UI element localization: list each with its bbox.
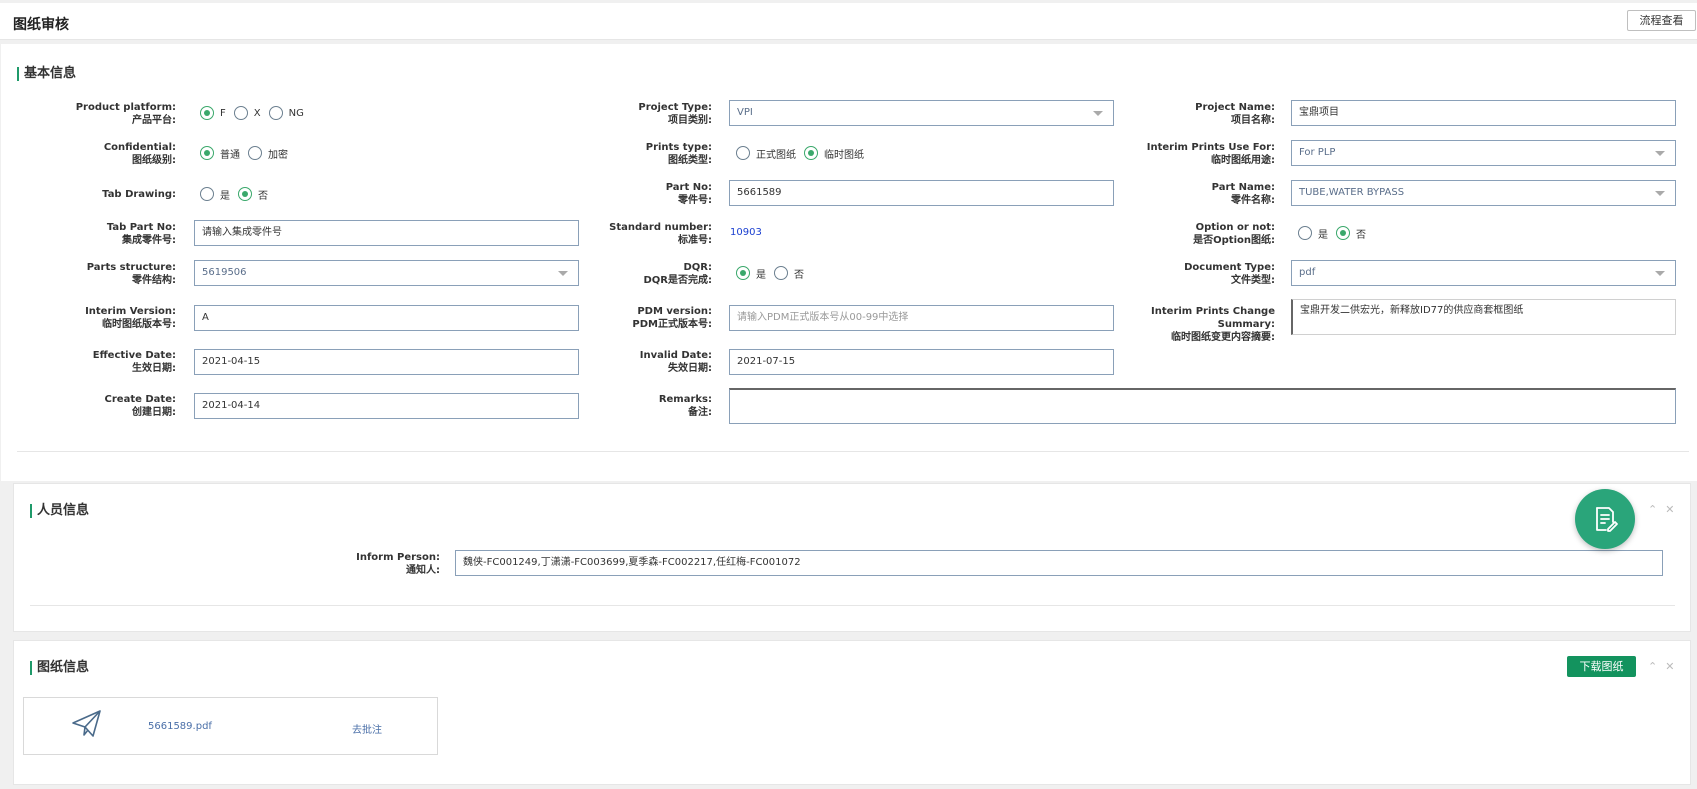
product-platform-radio-group: F X NG	[200, 105, 312, 121]
part-no-input[interactable]: 5661589	[729, 180, 1114, 206]
radio-dot	[248, 146, 262, 160]
document-type-select[interactable]: pdf	[1291, 260, 1676, 286]
change-summary-textarea[interactable]: 宝鼎开发二供宏光，新释放ID77的供应商套框图纸	[1291, 299, 1676, 335]
confidential-label: Confidential: 图纸级别:	[103, 142, 176, 166]
dqr-radio-group: 是 否	[736, 265, 812, 281]
drawings-controls: ⌃ ✕	[1640, 660, 1674, 673]
radio-option-no[interactable]: 否	[1336, 226, 1366, 241]
pdm-version-input[interactable]: 请输入PDM正式版本号从00-99中选择	[729, 305, 1114, 331]
personnel-controls: ⌃ ✕	[1640, 503, 1674, 516]
tab-part-no-label: Tab Part No: 集成零件号:	[106, 222, 176, 246]
radio-dot	[268, 106, 283, 120]
radio-dot	[736, 266, 750, 280]
prints-type-radio-group: 正式图纸 临时图纸	[736, 145, 872, 161]
interim-use-label: Interim Prints Use For: 临时图纸用途:	[1146, 142, 1275, 166]
interim-version-label: Interim Version: 临时图纸版本号:	[85, 306, 176, 330]
inform-person-label: Inform Person: 通知人:	[356, 552, 440, 576]
radio-dot	[804, 146, 818, 160]
edit-document-icon	[1596, 507, 1618, 532]
radio-tab-drawing-yes[interactable]: 是	[200, 187, 230, 202]
radio-prints-interim[interactable]: 临时图纸	[804, 146, 864, 161]
paper-plane-icon	[72, 710, 101, 737]
remarks-textarea[interactable]	[729, 388, 1676, 424]
radio-dot	[1336, 226, 1350, 240]
invalid-date-input[interactable]: 2021-07-15	[729, 349, 1114, 375]
dqr-label: DQR: DQR是否完成:	[643, 262, 712, 286]
download-drawings-button[interactable]: 下载图纸	[1567, 656, 1636, 677]
project-type-select[interactable]: VPI	[729, 100, 1114, 126]
personnel-title: 人员信息	[30, 504, 89, 518]
effective-date-input[interactable]: 2021-04-15	[194, 349, 579, 375]
radio-platform-f[interactable]: F	[200, 106, 226, 120]
radio-dot	[1298, 226, 1312, 240]
radio-dot	[233, 106, 248, 120]
project-name-input[interactable]: 宝鼎项目	[1291, 100, 1676, 126]
document-type-label: Document Type: 文件类型:	[1184, 262, 1275, 286]
chevron-up-icon[interactable]: ⌃	[1648, 660, 1657, 673]
change-summary-label: Interim Prints Change Summary: 临时图纸变更内容摘要…	[1151, 306, 1275, 343]
radio-prints-formal[interactable]: 正式图纸	[736, 146, 796, 161]
radio-option-yes[interactable]: 是	[1298, 226, 1328, 241]
basic-info-title: 基本信息	[17, 67, 76, 81]
radio-confidential-normal[interactable]: 普通	[200, 146, 240, 161]
standard-number-value: 10903	[730, 227, 762, 238]
parts-structure-select[interactable]: 5619506	[194, 260, 579, 286]
chevron-up-icon[interactable]: ⌃	[1648, 503, 1657, 516]
radio-platform-x[interactable]: X	[233, 106, 261, 120]
radio-dot	[200, 146, 214, 160]
radio-dot	[200, 187, 214, 201]
drawings-title: 图纸信息	[30, 661, 89, 675]
top-bar: 图纸审核 流程查看	[0, 3, 1697, 40]
close-icon[interactable]: ✕	[1665, 503, 1674, 516]
file-name-link[interactable]: 5661589.pdf	[148, 721, 212, 732]
invalid-date-label: Invalid Date: 失效日期:	[639, 350, 712, 374]
radio-dot	[774, 266, 788, 280]
create-date-input[interactable]: 2021-04-14	[194, 393, 579, 419]
option-or-not-radio-group: 是 否	[1298, 225, 1374, 241]
interim-use-select[interactable]: For PLP	[1291, 140, 1676, 166]
product-platform-label: Product platform: 产品平台:	[75, 102, 176, 126]
radio-dqr-no[interactable]: 否	[774, 266, 804, 281]
flow-view-button[interactable]: 流程查看	[1627, 10, 1696, 31]
radio-dot	[200, 106, 214, 120]
create-date-label: Create Date: 创建日期:	[104, 394, 176, 418]
project-type-label: Project Type: 项目类别:	[638, 102, 712, 126]
confidential-radio-group: 普通 加密	[200, 145, 296, 161]
file-card: 5661589.pdf 去批注	[23, 697, 438, 755]
radio-confidential-encrypted[interactable]: 加密	[248, 146, 288, 161]
pdm-version-label: PDM version: PDM正式版本号:	[632, 306, 712, 330]
part-name-label: Part Name: 零件名称:	[1211, 182, 1275, 206]
standard-number-label: Standard number: 标准号:	[609, 222, 712, 246]
annotate-link[interactable]: 去批注	[352, 721, 382, 736]
page-title: 图纸审核	[13, 17, 69, 33]
tab-drawing-label: Tab Drawing:	[102, 189, 176, 200]
inform-person-input[interactable]: 魏侠-FC001249,丁潇潇-FC003699,夏季森-FC002217,任红…	[455, 550, 1663, 576]
effective-date-label: Effective Date: 生效日期:	[92, 350, 176, 374]
interim-version-input[interactable]: A	[194, 305, 579, 331]
part-no-label: Part No: 零件号:	[665, 182, 712, 206]
project-name-label: Project Name: 项目名称:	[1195, 102, 1275, 126]
tab-drawing-radio-group: 是 否	[200, 186, 276, 202]
personnel-divider	[30, 605, 1675, 606]
radio-dot	[238, 187, 252, 201]
tab-part-no-input[interactable]: 请输入集成零件号	[194, 220, 579, 246]
radio-dot	[736, 146, 750, 160]
radio-tab-drawing-no[interactable]: 否	[238, 187, 268, 202]
radio-dqr-yes[interactable]: 是	[736, 266, 766, 281]
part-name-select[interactable]: TUBE,WATER BYPASS	[1291, 180, 1676, 206]
prints-type-label: Prints type: 图纸类型:	[645, 142, 712, 166]
basic-info-divider	[17, 451, 1689, 452]
option-or-not-label: Option or not: 是否Option图纸:	[1193, 222, 1275, 246]
close-icon[interactable]: ✕	[1665, 660, 1674, 673]
parts-structure-label: Parts structure: 零件结构:	[86, 262, 176, 286]
edit-document-fab[interactable]	[1575, 489, 1635, 549]
radio-platform-ng[interactable]: NG	[268, 106, 304, 120]
remarks-label: Remarks: 备注:	[658, 394, 712, 418]
